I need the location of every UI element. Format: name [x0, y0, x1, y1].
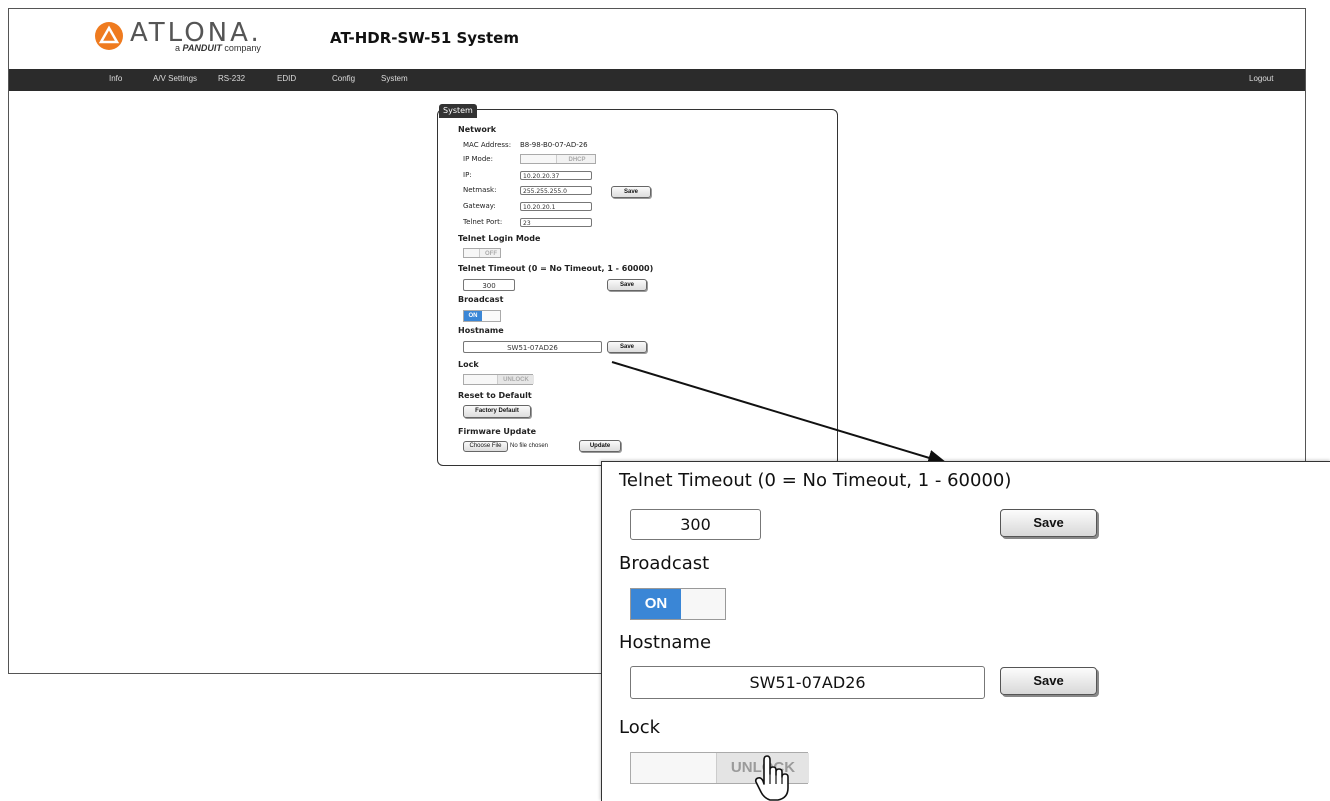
- zoom-broadcast-toggle[interactable]: ON: [630, 588, 726, 620]
- toggle-knob: [631, 753, 717, 783]
- zoom-hostname-heading: Hostname: [619, 632, 712, 653]
- zoom-telnet-timeout-input[interactable]: 300: [630, 509, 761, 540]
- zoom-broadcast-heading: Broadcast: [619, 553, 710, 574]
- zoom-hostname-save-button[interactable]: Save: [1000, 667, 1097, 695]
- zoom-lock-heading: Lock: [619, 717, 661, 738]
- zoom-callout: Telnet Timeout (0 = No Timeout, 1 - 6000…: [601, 461, 1330, 801]
- hand-cursor-icon: [754, 755, 789, 801]
- zoom-telnet-timeout-save-button[interactable]: Save: [1000, 509, 1097, 537]
- arrow-line: [611, 361, 948, 466]
- zoom-broadcast-state: ON: [631, 589, 681, 619]
- zoom-telnet-timeout-heading: Telnet Timeout (0 = No Timeout, 1 - 6000…: [619, 470, 1012, 491]
- zoom-hostname-input[interactable]: SW51-07AD26: [630, 666, 985, 699]
